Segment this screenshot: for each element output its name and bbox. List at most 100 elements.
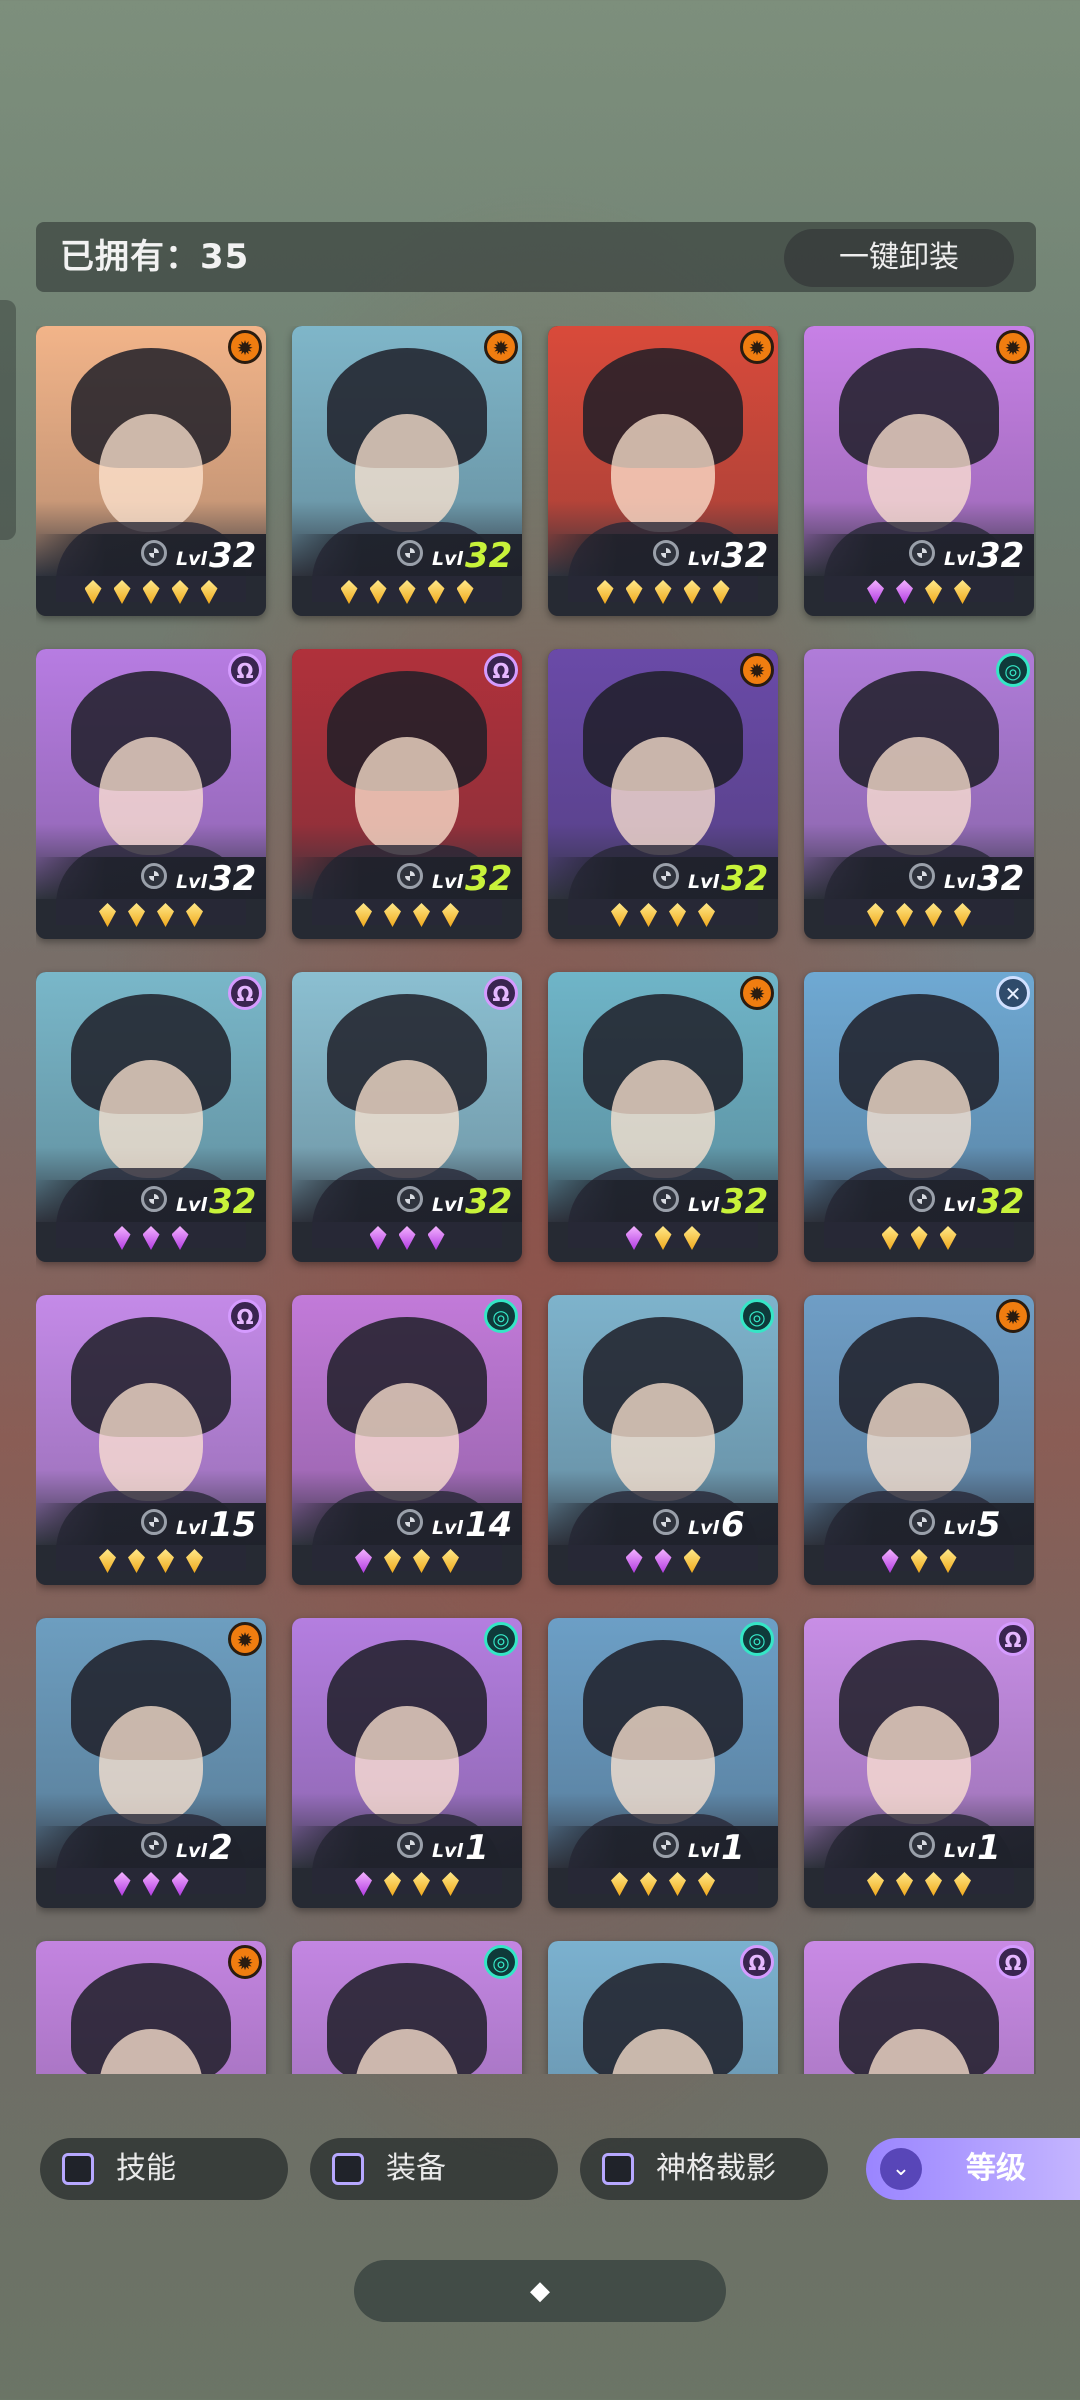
skill-filter-label: 技能 bbox=[116, 2151, 176, 2186]
side-drawer-handle[interactable] bbox=[0, 300, 16, 540]
level-label: Lvl bbox=[176, 871, 208, 893]
hero-card[interactable]: Ω Lvl 1 bbox=[804, 1618, 1034, 1908]
gold-gem-icon bbox=[867, 1872, 884, 1896]
divine-filter-label: 神格裁影 bbox=[656, 2151, 776, 2186]
equipment-gear-icon bbox=[653, 1509, 679, 1535]
level-label: Lvl bbox=[688, 871, 720, 893]
omega-icon: Ω bbox=[228, 976, 262, 1010]
hero-card[interactable]: ✹ Lvl 2 bbox=[36, 1618, 266, 1908]
gold-gem-icon bbox=[712, 580, 730, 604]
hero-card[interactable]: Ω bbox=[804, 1941, 1034, 2074]
omega-icon: Ω bbox=[228, 653, 262, 687]
hero-card[interactable]: ✹ Lvl 5 bbox=[804, 1295, 1034, 1585]
level-label: Lvl bbox=[432, 871, 464, 893]
star-rating bbox=[292, 1872, 522, 1904]
purple-gem-icon bbox=[896, 580, 913, 604]
hero-card[interactable]: ◎ Lvl 1 bbox=[548, 1618, 778, 1908]
level-value: 32 bbox=[209, 1182, 257, 1222]
level-value: 32 bbox=[721, 536, 769, 576]
hero-card[interactable]: ✹ Lvl 32 bbox=[548, 326, 778, 616]
hero-card[interactable]: ◎ Lvl 6 bbox=[548, 1295, 778, 1585]
gold-gem-icon bbox=[113, 580, 131, 604]
sun-icon: ✹ bbox=[228, 1945, 262, 1979]
star-rating bbox=[804, 1226, 1034, 1258]
equip-filter[interactable]: 装备 bbox=[310, 2138, 558, 2200]
gold-gem-icon bbox=[654, 1226, 672, 1250]
level-label: Lvl bbox=[688, 1840, 720, 1862]
star-rating bbox=[804, 1549, 1034, 1581]
collapse-panel-button[interactable]: ◆ bbox=[354, 2260, 726, 2322]
level-value: 32 bbox=[465, 1182, 513, 1222]
hero-card[interactable]: ◎ Lvl 32 bbox=[804, 649, 1034, 939]
sun-icon: ✹ bbox=[996, 330, 1030, 364]
star-rating bbox=[548, 580, 778, 612]
gold-gem-icon bbox=[925, 903, 942, 927]
hero-card[interactable]: Ω Lvl 15 bbox=[36, 1295, 266, 1585]
hero-card[interactable]: ✹ Lvl 32 bbox=[36, 326, 266, 616]
purple-gem-icon bbox=[625, 1549, 643, 1573]
gold-gem-icon bbox=[954, 903, 971, 927]
hero-card[interactable]: ◎ Lvl 14 bbox=[292, 1295, 522, 1585]
spiral-icon: ◎ bbox=[484, 1945, 518, 1979]
purple-gem-icon bbox=[355, 1549, 372, 1573]
checkbox-icon[interactable] bbox=[332, 2153, 364, 2185]
equipment-gear-icon bbox=[141, 863, 167, 889]
gold-gem-icon bbox=[157, 1549, 174, 1573]
gold-gem-icon bbox=[355, 903, 372, 927]
cross-icon: ✕ bbox=[996, 976, 1030, 1010]
equipment-gear-icon bbox=[653, 540, 679, 566]
equipment-gear-icon bbox=[397, 540, 423, 566]
purple-gem-icon bbox=[113, 1226, 131, 1250]
purple-gem-icon bbox=[171, 1226, 189, 1250]
filter-bar: 技能 装备 神格裁影 ⌄ 等级 bbox=[40, 2138, 1080, 2202]
diamond-chevron-icon: ◆ bbox=[530, 2276, 550, 2306]
star-rating bbox=[548, 1226, 778, 1258]
purple-gem-icon bbox=[171, 1872, 189, 1896]
hero-card[interactable]: Ω Lvl 32 bbox=[292, 649, 522, 939]
star-rating bbox=[804, 903, 1034, 935]
purple-gem-icon bbox=[398, 1226, 416, 1250]
equipment-gear-icon bbox=[397, 1186, 423, 1212]
hero-card[interactable]: Ω bbox=[548, 1941, 778, 2074]
hero-card[interactable]: ✹ Lvl 32 bbox=[804, 326, 1034, 616]
gold-gem-icon bbox=[896, 903, 913, 927]
gold-gem-icon bbox=[954, 580, 971, 604]
star-rating bbox=[36, 903, 266, 935]
divine-filter[interactable]: 神格裁影 bbox=[580, 2138, 828, 2200]
hero-card[interactable]: Ω Lvl 32 bbox=[36, 649, 266, 939]
checkbox-icon[interactable] bbox=[62, 2153, 94, 2185]
level-value: 6 bbox=[721, 1505, 745, 1545]
hero-card[interactable]: ◎ Lvl 1 bbox=[292, 1618, 522, 1908]
checkbox-icon[interactable] bbox=[602, 2153, 634, 2185]
hero-card[interactable]: ✹ Lvl 32 bbox=[548, 972, 778, 1262]
hero-card[interactable]: Ω Lvl 32 bbox=[36, 972, 266, 1262]
equipment-gear-icon bbox=[653, 1832, 679, 1858]
level-value: 32 bbox=[977, 859, 1025, 899]
unequip-all-button[interactable]: 一键卸装 bbox=[784, 229, 1014, 287]
purple-gem-icon bbox=[654, 1549, 672, 1573]
equipment-gear-icon bbox=[397, 1832, 423, 1858]
hero-card[interactable]: ✹ Lvl 32 bbox=[292, 326, 522, 616]
hero-card[interactable]: ✹ Lvl 32 bbox=[548, 649, 778, 939]
gold-gem-icon bbox=[683, 580, 701, 604]
level-label: Lvl bbox=[176, 548, 208, 570]
level-label: Lvl bbox=[432, 1517, 464, 1539]
hero-card[interactable]: ✕ Lvl 32 bbox=[804, 972, 1034, 1262]
gold-gem-icon bbox=[84, 580, 102, 604]
hero-card[interactable]: Ω Lvl 32 bbox=[292, 972, 522, 1262]
star-rating bbox=[548, 1872, 778, 1904]
level-value: 2 bbox=[209, 1828, 233, 1868]
gold-gem-icon bbox=[369, 580, 387, 604]
gold-gem-icon bbox=[925, 1872, 942, 1896]
purple-gem-icon bbox=[113, 1872, 131, 1896]
gold-gem-icon bbox=[413, 1549, 430, 1573]
equipment-gear-icon bbox=[909, 1186, 935, 1212]
sort-level-button[interactable]: ⌄ 等级 bbox=[866, 2138, 1080, 2200]
hero-card[interactable]: ◎ bbox=[292, 1941, 522, 2074]
hero-card[interactable]: ✹ bbox=[36, 1941, 266, 2074]
skill-filter[interactable]: 技能 bbox=[40, 2138, 288, 2200]
gold-gem-icon bbox=[456, 580, 474, 604]
star-rating bbox=[36, 1549, 266, 1581]
gold-gem-icon bbox=[157, 903, 174, 927]
gold-gem-icon bbox=[698, 1872, 715, 1896]
